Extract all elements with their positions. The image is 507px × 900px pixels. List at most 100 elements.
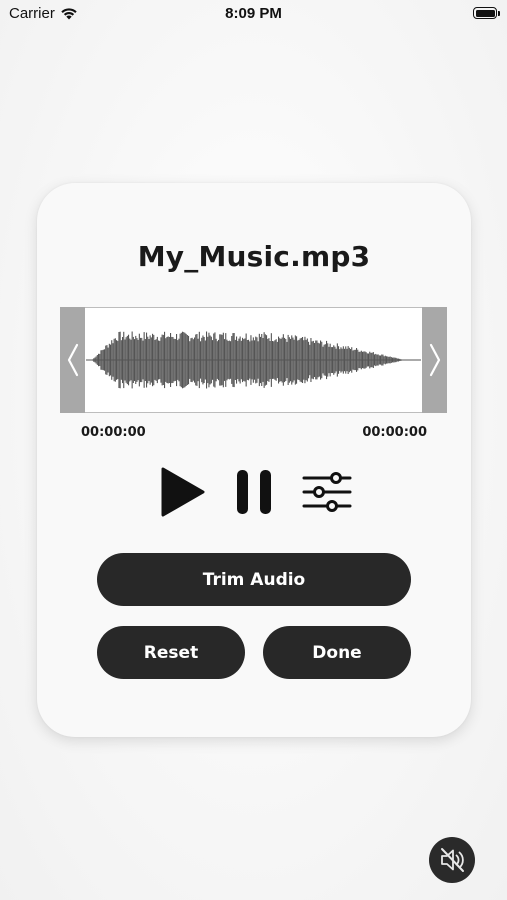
waveform-bar: [230, 341, 232, 379]
waveform-bar: [340, 347, 342, 373]
file-title: My_Music.mp3: [137, 240, 371, 273]
done-button[interactable]: Done: [263, 626, 411, 679]
waveform-bar: [183, 332, 185, 388]
waveform-bar: [318, 343, 320, 377]
waveform-bar: [225, 333, 227, 387]
waveform-bar: [135, 335, 137, 384]
waveform-bar: [150, 337, 152, 383]
pause-button[interactable]: [235, 466, 273, 522]
waveform-bar: [256, 337, 258, 383]
waveform-bar: [143, 332, 145, 388]
waveform-bar: [375, 353, 377, 367]
waveform-bar: [206, 331, 208, 389]
waveform-bar: [257, 341, 259, 379]
waveform-bar: [172, 337, 174, 383]
waveform-bar: [310, 338, 312, 382]
waveform-bar: [220, 334, 222, 386]
waveform-bar: [314, 343, 316, 377]
waveform-bar: [284, 337, 286, 383]
waveform-bar: [156, 336, 158, 384]
waveform-bar: [158, 340, 160, 380]
waveform-bar: [126, 335, 128, 385]
waveform-bar: [110, 344, 112, 376]
waveform-bar: [216, 341, 218, 379]
waveform-bar: [102, 349, 104, 371]
play-icon: [161, 467, 205, 517]
audio-trim-card: My_Music.mp3 00:00:00 00:00:00 Trim Audi…: [37, 183, 471, 737]
trim-audio-button[interactable]: Trim Audio: [97, 553, 411, 606]
play-button[interactable]: [160, 466, 206, 522]
waveform-bar: [224, 339, 226, 381]
waveform-bar: [105, 345, 107, 375]
waveform-bar: [236, 336, 238, 384]
waveform-bar: [396, 358, 398, 362]
waveform-bar: [245, 333, 247, 387]
waveform-bar: [237, 340, 239, 380]
waveform-bar: [393, 357, 395, 363]
waveform-bar: [94, 357, 96, 363]
trim-handle-right[interactable]: [422, 307, 447, 413]
audio-settings-button[interactable]: [302, 466, 352, 522]
waveform-bar: [120, 340, 122, 380]
waveform-bar: [226, 339, 228, 381]
waveform-bar: [374, 354, 376, 366]
waveform-bar: [350, 349, 352, 371]
waveform-bar: [232, 333, 234, 387]
waveform-bar: [108, 343, 110, 377]
waveform-bar: [292, 337, 294, 383]
waveform-bar: [170, 333, 172, 387]
waveform-bar: [141, 337, 143, 383]
waveform-bar: [176, 334, 178, 387]
waveform-bar: [194, 337, 196, 383]
waveform-bar: [336, 343, 338, 377]
waveform-bar: [200, 341, 202, 379]
waveform-bar: [227, 341, 229, 379]
waveform-bar: [296, 336, 298, 384]
waveform-bar: [101, 350, 103, 370]
waveform-bar: [268, 338, 270, 382]
waveform-bar: [398, 358, 400, 362]
waveform-bar: [152, 333, 154, 387]
waveform-bar: [212, 340, 214, 380]
waveform-bar: [248, 339, 250, 381]
waveform-bar: [281, 337, 283, 383]
clock: 8:09 PM: [225, 5, 282, 22]
waveform-bar: [335, 348, 337, 372]
waveform-bar: [380, 355, 382, 365]
waveform-bar: [320, 340, 322, 380]
waveform-bar: [250, 335, 252, 385]
waveform-bar: [258, 333, 260, 387]
mute-button[interactable]: [429, 837, 475, 883]
waveform-bar: [138, 333, 140, 387]
waveform-bar: [341, 348, 343, 372]
waveform-bar: [327, 343, 329, 377]
reset-button[interactable]: Reset: [97, 626, 245, 679]
playback-controls: [37, 466, 471, 518]
waveform-bar: [275, 339, 277, 381]
waveform-bar: [290, 338, 292, 382]
waveform-bar: [144, 339, 146, 381]
chevron-right-icon: [429, 343, 440, 377]
waveform-bar: [329, 343, 331, 377]
waveform-bar: [273, 341, 275, 379]
waveform-bar: [161, 334, 163, 386]
trim-handle-left[interactable]: [60, 307, 85, 413]
waveform-bar: [298, 339, 300, 380]
waveform-bar: [347, 346, 349, 374]
waveform-selector[interactable]: [60, 307, 447, 413]
waveform-bar: [306, 338, 308, 382]
waveform-bar: [279, 338, 281, 382]
waveform-bar: [249, 341, 251, 379]
waveform-bar: [302, 337, 304, 383]
waveform-bar: [123, 331, 125, 389]
waveform-bar: [107, 347, 109, 373]
waveform-bar: [330, 347, 332, 373]
waveform-bar: [168, 337, 170, 383]
waveform-bar: [231, 336, 233, 384]
waveform-bar: [261, 334, 263, 386]
waveform-bar: [140, 337, 142, 383]
app-screen: Carrier 8:09 PM My_Music.mp3 00:00:00 00…: [0, 0, 507, 900]
waveform-bar: [114, 338, 116, 382]
waveform-bar: [400, 359, 402, 361]
waveform-bar: [362, 351, 364, 369]
